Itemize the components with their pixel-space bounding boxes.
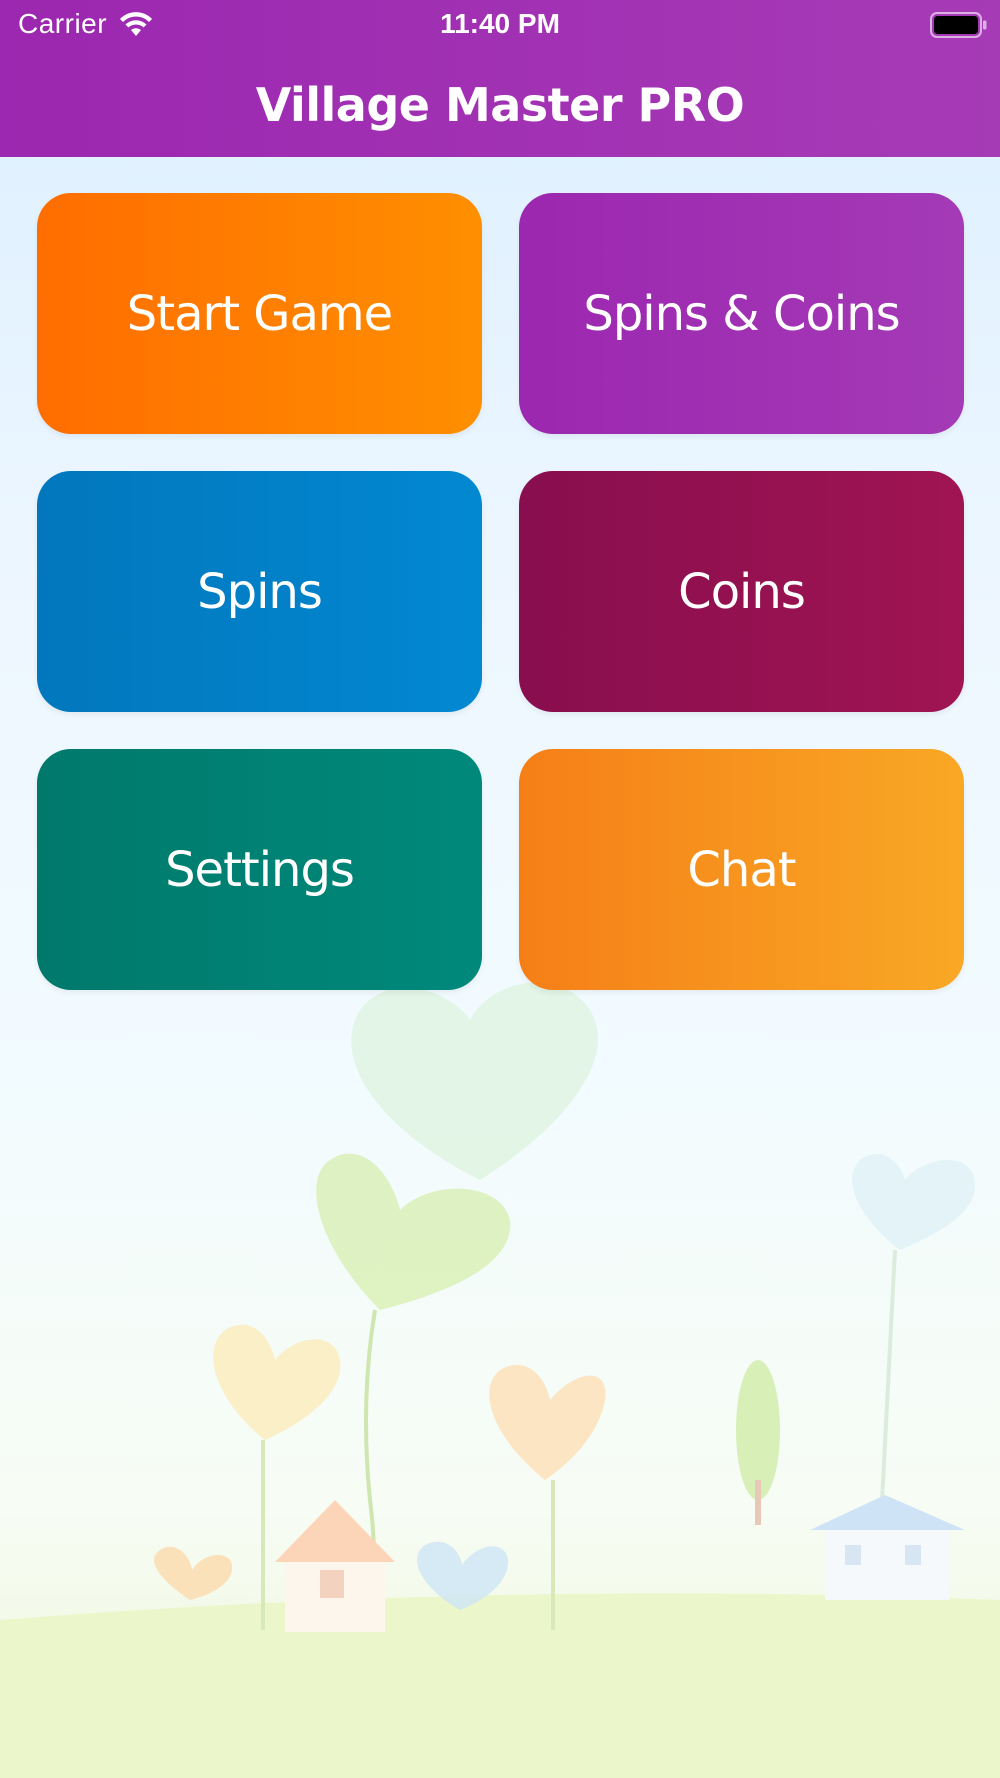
coins-label: Coins (678, 563, 806, 620)
spins-and-coins-label: Spins & Coins (583, 285, 900, 342)
settings-button[interactable]: Settings (37, 749, 482, 990)
app-bar: Carrier 11:40 PM Village Master PRO (0, 0, 1000, 157)
spins-and-coins-button[interactable]: Spins & Coins (519, 193, 964, 434)
chat-label: Chat (687, 841, 796, 898)
start-game-label: Start Game (126, 285, 393, 342)
chat-button[interactable]: Chat (519, 749, 964, 990)
start-game-button[interactable]: Start Game (37, 193, 482, 434)
spins-button[interactable]: Spins (37, 471, 482, 712)
page-title: Village Master PRO (255, 78, 745, 132)
coins-button[interactable]: Coins (519, 471, 964, 712)
battery-icon (930, 12, 987, 38)
settings-label: Settings (165, 841, 355, 898)
background-illustration (0, 982, 1000, 1778)
main-menu-grid: Start Game Spins & Coins Spins Coins Set… (37, 193, 964, 990)
spins-label: Spins (197, 563, 323, 620)
status-time: 11:40 PM (440, 8, 560, 39)
